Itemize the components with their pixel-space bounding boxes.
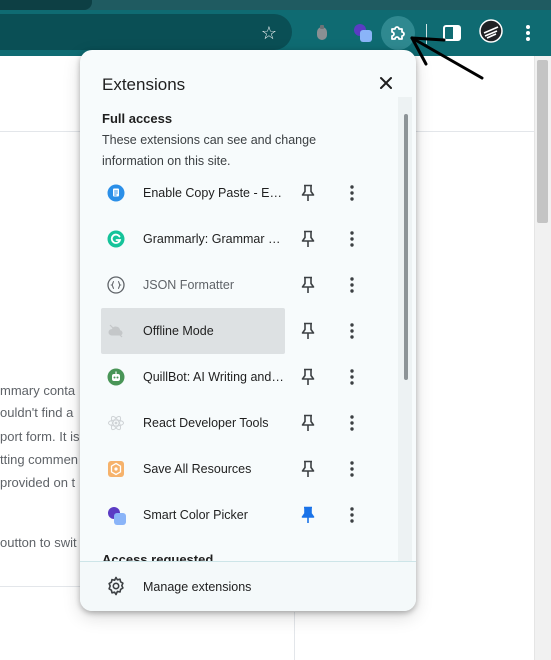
pin-icon[interactable]	[298, 413, 318, 433]
manage-extensions-label: Manage extensions	[143, 580, 252, 594]
bg-text-fragment: mmary conta	[0, 383, 76, 398]
extension-name: React Developer Tools	[143, 416, 269, 430]
more-options-icon[interactable]	[342, 505, 362, 525]
popup-title: Extensions	[102, 75, 186, 94]
smart-color-picker-icon[interactable]	[352, 22, 374, 44]
full-access-description: These extensions can see and change info…	[102, 133, 317, 168]
page-divider	[0, 586, 80, 587]
menu-icon[interactable]	[517, 22, 539, 44]
bg-text-fragment: tting commen	[0, 452, 79, 467]
extension-row[interactable]: JSON Formatter	[101, 262, 285, 308]
extension-row[interactable]: Enable Copy Paste - E.C.P	[101, 170, 285, 216]
full-access-heading: Full access	[102, 111, 173, 126]
page-divider	[294, 612, 295, 660]
more-options-icon[interactable]	[342, 229, 362, 249]
extension-row[interactable]: Smart Color Picker	[101, 492, 285, 538]
quillbot-icon	[107, 368, 125, 386]
bg-text-fragment: port form. It is	[0, 429, 80, 444]
extension-name: Grammarly: Grammar Checker and Writing A…	[143, 232, 285, 246]
grammarly-icon	[107, 230, 125, 248]
extension-grey-icon[interactable]	[311, 22, 333, 44]
pin-icon[interactable]	[298, 321, 318, 341]
smart-color-picker-icon	[107, 506, 126, 525]
browser-window: ☆ mmary conta ouldn't find a port form. …	[0, 0, 551, 660]
extensions-popup: Extensions Full access These extensions …	[80, 50, 416, 611]
extension-name: Enable Copy Paste - E.C.P	[143, 186, 285, 200]
pin-icon[interactable]	[298, 459, 318, 479]
manage-extensions-button[interactable]: Manage extensions	[80, 561, 416, 611]
more-options-icon[interactable]	[342, 413, 362, 433]
more-options-icon[interactable]	[342, 275, 362, 295]
extension-row[interactable]: Offline Mode	[101, 308, 285, 354]
gear-icon	[106, 576, 126, 596]
close-icon[interactable]	[374, 71, 398, 95]
extension-row[interactable]: Save All Resources	[101, 446, 285, 492]
offline-mode-icon	[107, 322, 125, 340]
save-all-resources-icon	[107, 460, 125, 478]
bg-text-fragment: ouldn't find a	[0, 405, 74, 420]
page-scrollbar-thumb[interactable]	[537, 60, 548, 223]
bg-text-fragment: provided on t	[0, 475, 76, 490]
extension-name: Smart Color Picker	[143, 508, 248, 522]
json-formatter-icon	[107, 276, 125, 294]
pin-icon[interactable]	[298, 275, 318, 295]
extension-name: Offline Mode	[143, 324, 214, 338]
annotation-arrow	[410, 36, 484, 80]
more-options-icon[interactable]	[342, 321, 362, 341]
extension-row[interactable]: React Developer Tools	[101, 400, 285, 446]
more-options-icon[interactable]	[342, 367, 362, 387]
address-bar[interactable]	[0, 14, 292, 50]
extension-row[interactable]: QuillBot: AI Writing and Grammar Checker…	[101, 354, 285, 400]
bg-text-fragment: outton to swit	[0, 535, 77, 550]
copy-paste-icon	[107, 184, 125, 202]
star-icon[interactable]: ☆	[258, 22, 280, 44]
more-options-icon[interactable]	[342, 183, 362, 203]
extension-name: QuillBot: AI Writing and Grammar Checker…	[143, 370, 285, 384]
extension-name: Save All Resources	[143, 462, 252, 476]
react-devtools-icon	[107, 414, 125, 432]
pin-icon[interactable]	[298, 183, 318, 203]
pin-icon[interactable]	[298, 229, 318, 249]
pin-icon[interactable]	[298, 367, 318, 387]
extension-row[interactable]: Grammarly: Grammar Checker and Writing A…	[101, 216, 285, 262]
active-tab-edge[interactable]	[0, 0, 92, 10]
more-options-icon[interactable]	[342, 459, 362, 479]
extension-name: JSON Formatter	[143, 278, 234, 292]
popup-scrollbar-thumb[interactable]	[404, 114, 408, 380]
tab-strip	[0, 0, 551, 10]
pinned-icon[interactable]	[298, 505, 318, 525]
